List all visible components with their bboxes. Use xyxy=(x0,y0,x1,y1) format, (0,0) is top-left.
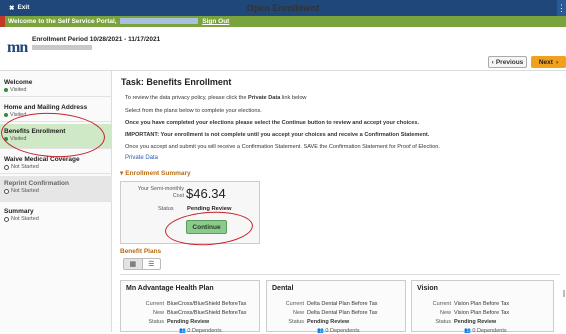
not-started-icon xyxy=(4,164,9,170)
plan-card-vision[interactable]: Vision Current Vision Plan Before Tax New… xyxy=(411,280,554,334)
privacy-instruction: To review the data privacy policy, pleas… xyxy=(125,95,307,101)
sidebar-item-welcome[interactable]: Welcome Visited xyxy=(0,75,112,97)
select-instruction: Select from the plans below to complete … xyxy=(125,108,262,114)
sign-out-link[interactable]: Sign Out xyxy=(202,18,229,25)
private-data-link[interactable]: Private Data xyxy=(125,155,158,161)
visited-icon xyxy=(4,88,8,92)
welcome-message: Welcome to the Self Service Portal, Sign… xyxy=(8,16,229,27)
caret-down-icon: ▾ xyxy=(120,170,124,177)
people-icon: 👥 xyxy=(464,328,471,334)
not-started-icon xyxy=(4,188,9,194)
flag-icon xyxy=(0,16,5,27)
next-button[interactable]: Next › xyxy=(531,56,566,68)
confirmation-instruction: Once you accept and submit you will rece… xyxy=(125,144,440,150)
sidebar-item-reprint-confirmation: Reprint Confirmation Not Started xyxy=(0,176,112,202)
list-view-icon[interactable]: ☰ xyxy=(143,259,161,269)
people-icon: 👥 xyxy=(317,328,324,334)
visited-icon xyxy=(4,113,8,117)
more-menu-icon[interactable]: ⋮ xyxy=(557,0,566,16)
important-notice: IMPORTANT: Your enrollment is not comple… xyxy=(125,132,430,138)
scroll-indicator[interactable] xyxy=(563,290,565,297)
continue-instruction: Once you have completed your elections p… xyxy=(125,120,420,126)
enrollment-summary-heading[interactable]: ▾ Enrollment Summary xyxy=(120,169,191,178)
divider xyxy=(120,274,560,275)
sidebar-item-summary[interactable]: Summary Not Started xyxy=(0,204,112,226)
cost-label: Your Semi-monthly Cost xyxy=(137,186,184,199)
people-icon: 👥 xyxy=(179,328,186,334)
mn-logo: mn xyxy=(7,39,28,56)
view-toggle[interactable]: ▦ ☰ xyxy=(123,258,161,270)
app-title: Open Enrollment xyxy=(246,3,320,13)
dependents-count: 👥 0 Dependents xyxy=(464,328,507,334)
close-icon: ✖ xyxy=(9,4,15,12)
status-label: Status xyxy=(158,206,174,212)
redacted-employee-info xyxy=(32,45,92,50)
not-started-icon xyxy=(4,216,9,222)
dependents-count: 👥 0 Dependents xyxy=(179,328,222,334)
enrollment-period: Enrollment Period 10/28/2021 - 11/17/202… xyxy=(32,36,160,50)
page-title: Task: Benefits Enrollment xyxy=(121,77,232,87)
dependents-count: 👥 0 Dependents xyxy=(317,328,360,334)
exit-button[interactable]: ✖ Exit xyxy=(4,2,34,13)
previous-button[interactable]: ‹ Previous xyxy=(488,56,527,68)
grid-view-icon[interactable]: ▦ xyxy=(124,259,143,269)
exit-label: Exit xyxy=(17,4,30,11)
chevron-left-icon: ‹ xyxy=(491,58,494,66)
chevron-right-icon: › xyxy=(555,58,559,66)
benefit-plans-heading: Benefit Plans xyxy=(120,248,162,255)
plan-card-dental[interactable]: Dental Current Delta Dental Plan Before T… xyxy=(266,280,406,334)
cost-value: $46.34 xyxy=(186,186,226,201)
welcome-bar: Welcome to the Self Service Portal, Sign… xyxy=(0,16,566,27)
redacted-user-name xyxy=(120,18,199,25)
plan-card-health[interactable]: Mn Advantage Health Plan Current BlueCros… xyxy=(120,280,260,334)
welcome-text: Welcome to the Self Service Portal, xyxy=(8,18,117,25)
